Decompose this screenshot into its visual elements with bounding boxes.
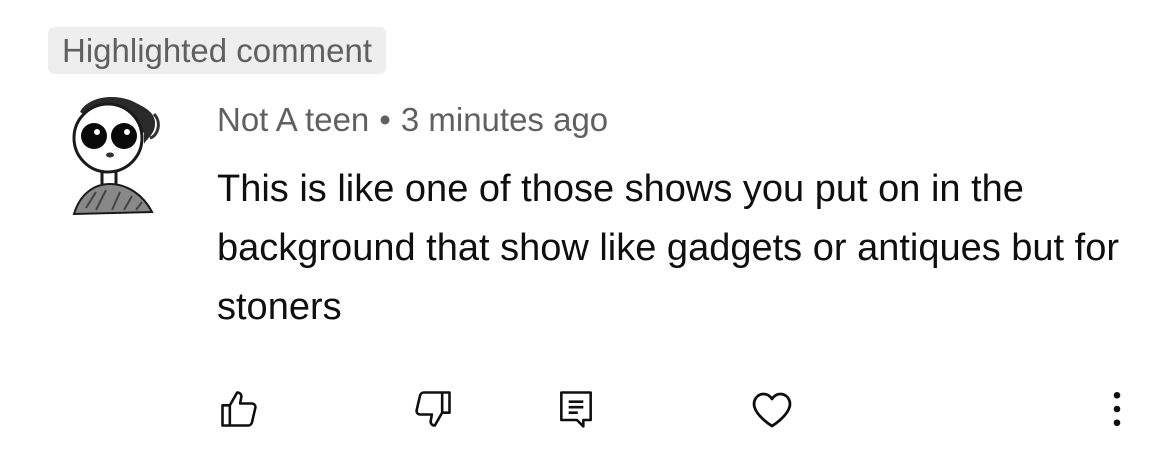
comment-meta: Not A teen • 3 minutes ago [217, 98, 608, 142]
comment-author[interactable]: Not A teen [217, 101, 369, 138]
reply-comment-icon [560, 391, 592, 428]
dislike-button[interactable] [406, 382, 460, 436]
more-options-button[interactable] [1090, 382, 1144, 436]
reply-button[interactable] [549, 382, 603, 436]
more-vertical-icon [1113, 391, 1121, 427]
like-button[interactable] [212, 382, 266, 436]
avatar[interactable] [66, 92, 160, 220]
thumbs-down-icon [415, 391, 451, 427]
avatar-drawing-icon [72, 97, 160, 216]
highlighted-comment-badge: Highlighted comment [48, 27, 386, 74]
heart-icon [752, 392, 792, 428]
thumbs-up-icon [221, 391, 257, 427]
comment-text: This is like one of those shows you put … [217, 168, 1120, 328]
heart-button[interactable] [745, 382, 799, 436]
comment-time[interactable]: 3 minutes ago [401, 101, 608, 138]
meta-separator: • [379, 101, 391, 138]
